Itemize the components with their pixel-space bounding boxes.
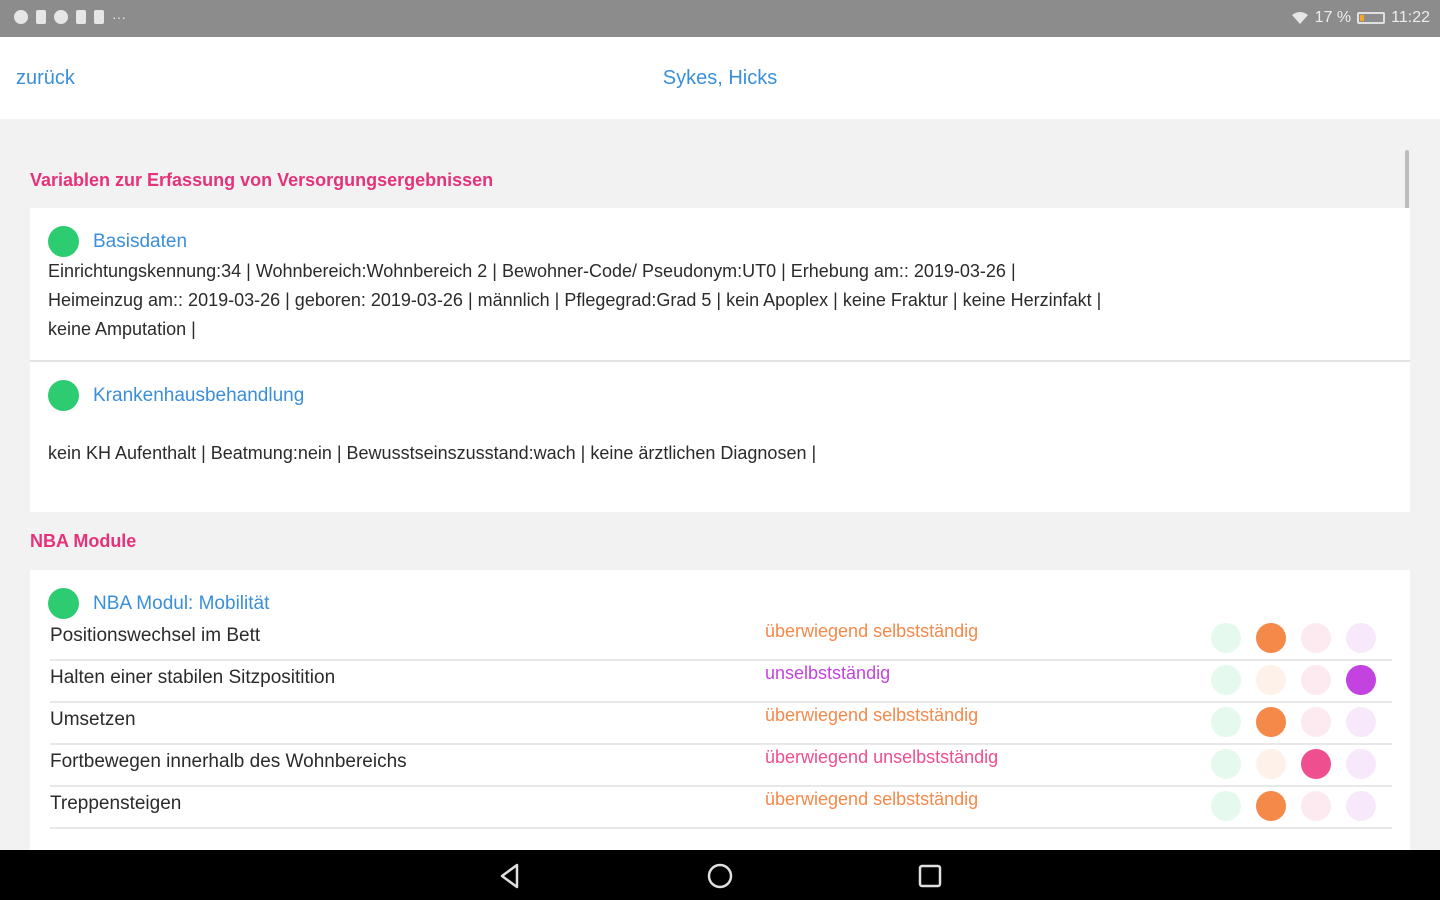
nba-row[interactable]: Positionswechsel im Bett überwiegend selb… xyxy=(50,617,1392,661)
nba-row[interactable]: Treppensteigen überwiegend selbstständig xyxy=(50,785,1392,829)
status-icons-right: 17 % 11:22 xyxy=(1291,9,1430,27)
level-dot-4[interactable] xyxy=(1346,707,1376,737)
navigation-bar xyxy=(0,850,1440,900)
entry-text-krankenhaus: kein KH Aufenthalt | Beatmung:nein | Bew… xyxy=(48,443,817,463)
shield-icon xyxy=(54,10,68,24)
text-line: Heimeinzug am:: 2019-03-26 | geboren: 20… xyxy=(48,290,1102,310)
section-title-variablen: Variablen zur Erfassung von Versorgungse… xyxy=(30,170,494,190)
nba-row-label: Fortbewegen innerhalb des Wohnbereichs xyxy=(50,751,407,772)
notification-icon xyxy=(14,10,28,24)
level-dot-1[interactable] xyxy=(1211,749,1241,779)
nba-row-label: Umsetzen xyxy=(50,709,136,730)
text-line: keine Amputation | xyxy=(48,319,196,339)
image-icon xyxy=(94,10,104,24)
nba-row[interactable]: Fortbewegen innerhalb des Wohnbereichs üb… xyxy=(50,743,1392,787)
level-dot-2[interactable] xyxy=(1256,623,1286,653)
home-circle-icon[interactable] xyxy=(706,862,734,890)
nba-row-label: Treppensteigen xyxy=(50,793,182,814)
recents-square-icon[interactable] xyxy=(916,862,944,890)
level-dot-1[interactable] xyxy=(1211,623,1241,653)
nba-row-status: unselbstständig xyxy=(765,663,891,683)
level-dot-1[interactable] xyxy=(1211,665,1241,695)
entry-header: NBA Modul: Mobilität xyxy=(48,588,269,619)
more-notifications: ··· xyxy=(112,9,126,25)
nba-row-label: Positionswechsel im Bett xyxy=(50,625,261,646)
card-basisdaten[interactable]: Basisdaten Einrichtungskennung:34 | Wohn… xyxy=(30,208,1410,360)
level-dot-3[interactable] xyxy=(1301,791,1331,821)
clock: 11:22 xyxy=(1391,9,1430,26)
status-icons-left: ··· xyxy=(14,10,126,24)
level-dot-2[interactable] xyxy=(1256,707,1286,737)
level-dot-4[interactable] xyxy=(1346,749,1376,779)
level-dot-4[interactable] xyxy=(1346,665,1376,695)
cast-icon xyxy=(76,10,86,24)
nba-row[interactable]: Halten einer stabilen Sitzpositition unse… xyxy=(50,659,1392,703)
nba-row-status: überwiegend unselbstständig xyxy=(765,747,999,767)
nba-row-status: überwiegend selbstständig xyxy=(765,621,979,641)
card-nba-mobilitaet[interactable]: NBA Modul: Mobilität Positionswechsel im… xyxy=(30,570,1410,850)
status-dot-green xyxy=(48,380,79,411)
nba-row[interactable]: Umsetzen überwiegend selbstständig xyxy=(50,701,1392,745)
entry-header: Basisdaten xyxy=(48,226,187,257)
level-dot-3[interactable] xyxy=(1301,749,1331,779)
section-title-nba: NBA Module xyxy=(30,531,137,551)
sim-icon xyxy=(36,10,46,24)
app-bar: zurück Sykes, Hicks xyxy=(0,37,1440,119)
main-content[interactable]: Variablen zur Erfassung von Versorgungse… xyxy=(0,119,1440,850)
entry-header: Krankenhausbehandlung xyxy=(48,380,304,411)
nba-row-status: überwiegend selbstständig xyxy=(765,789,979,809)
level-dot-3[interactable] xyxy=(1301,707,1331,737)
level-dot-1[interactable] xyxy=(1211,791,1241,821)
level-dot-3[interactable] xyxy=(1301,665,1331,695)
entry-title-basisdaten[interactable]: Basisdaten xyxy=(93,231,187,253)
level-dot-4[interactable] xyxy=(1346,791,1376,821)
nba-row-status: überwiegend selbstständig xyxy=(765,705,979,725)
level-dot-3[interactable] xyxy=(1301,623,1331,653)
back-triangle-icon[interactable] xyxy=(496,862,524,890)
battery-icon xyxy=(1357,12,1386,24)
text-line: Einrichtungskennung:34 | Wohnbereich:Woh… xyxy=(48,261,1016,281)
card-krankenhaus[interactable]: Krankenhausbehandlung kein KH Aufenthalt… xyxy=(30,362,1410,512)
entry-title-krankenhaus[interactable]: Krankenhausbehandlung xyxy=(93,385,304,407)
battery-percent: 17 % xyxy=(1314,9,1352,26)
level-dot-2[interactable] xyxy=(1256,665,1286,695)
wifi-icon xyxy=(1291,12,1308,24)
status-bar: ··· 17 % 11:22 xyxy=(0,0,1440,37)
level-dot-2[interactable] xyxy=(1256,791,1286,821)
status-dot-green xyxy=(48,226,79,257)
entry-text-basisdaten: Einrichtungskennung:34 | Wohnbereich:Woh… xyxy=(48,257,1101,344)
level-dot-2[interactable] xyxy=(1256,749,1286,779)
page-title: Sykes, Hicks xyxy=(662,67,778,89)
status-dot-green xyxy=(48,588,79,619)
level-dot-4[interactable] xyxy=(1346,623,1376,653)
entry-title-nba-mobilitaet[interactable]: NBA Modul: Mobilität xyxy=(93,593,269,615)
nba-row-label: Halten einer stabilen Sitzpositition xyxy=(50,667,336,688)
level-dot-1[interactable] xyxy=(1211,707,1241,737)
